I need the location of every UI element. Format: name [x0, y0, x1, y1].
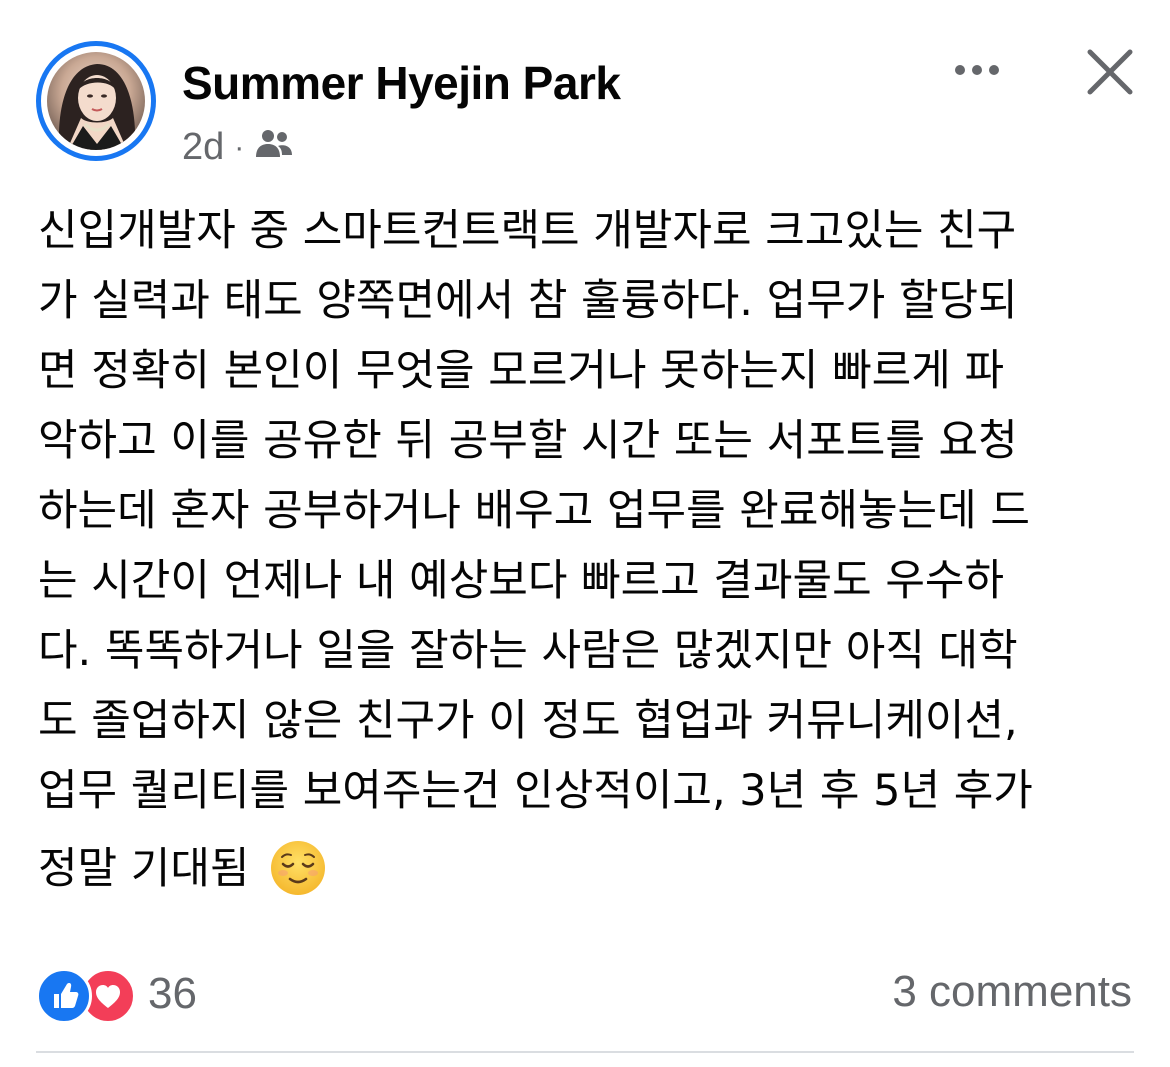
comments-link[interactable]: 3 comments: [892, 967, 1132, 1017]
more-options-icon[interactable]: [950, 55, 1010, 85]
post-line: 는 시간이 언제나 내 예상보다 빠르고 결과물도 우수하: [38, 556, 1004, 606]
post-last-line: 정말 기대됨: [38, 834, 1138, 904]
avatar-photo: [47, 52, 145, 150]
close-icon[interactable]: [1086, 48, 1134, 96]
divider: [36, 1051, 1134, 1053]
meta-separator: ·: [234, 130, 245, 164]
post-line: 도 졸업하지 않은 친구가 이 정도 협업과 커뮤니케이션,: [38, 696, 1018, 746]
post-line: 면 정확히 본인이 무엇을 모르거나 못하는지 빠르게 파: [38, 346, 1004, 396]
friends-icon: [254, 126, 294, 169]
relieved-face-icon: [269, 839, 327, 897]
post-line: 업무 퀄리티를 보여주는건 인상적이고, 3년 후 5년 후가: [38, 766, 1033, 816]
author-name[interactable]: Summer Hyejin Park: [182, 56, 621, 110]
post-line: 악하고 이를 공유한 뒤 공부할 시간 또는 서포트를 요청: [38, 416, 1018, 466]
post-body: 신입개발자 중 스마트컨트랙트 개발자로 크고있는 친구가 실력과 태도 양쪽면…: [38, 196, 1138, 904]
like-icon: [36, 968, 92, 1024]
post-line: 정말 기대됨: [38, 844, 250, 894]
post-line: 다. 똑똑하거나 일을 잘하는 사람은 많겠지만 아직 대학: [38, 626, 1018, 676]
reaction-count: 36: [148, 969, 197, 1018]
post-line: 신입개발자 중 스마트컨트랙트 개발자로 크고있는 친구: [38, 206, 1017, 256]
post-line: 하는데 혼자 공부하거나 배우고 업무를 완료해놓는데 드: [38, 486, 1030, 536]
post-time[interactable]: 2d: [182, 126, 224, 169]
reaction-icons: [36, 968, 136, 1024]
reactions-summary[interactable]: 36: [36, 968, 197, 1024]
post-line: 가 실력과 태도 양쪽면에서 참 훌륭하다. 업무가 할당되: [38, 276, 1018, 326]
profile-avatar[interactable]: [36, 41, 156, 161]
post-meta: 2d ·: [182, 126, 294, 169]
